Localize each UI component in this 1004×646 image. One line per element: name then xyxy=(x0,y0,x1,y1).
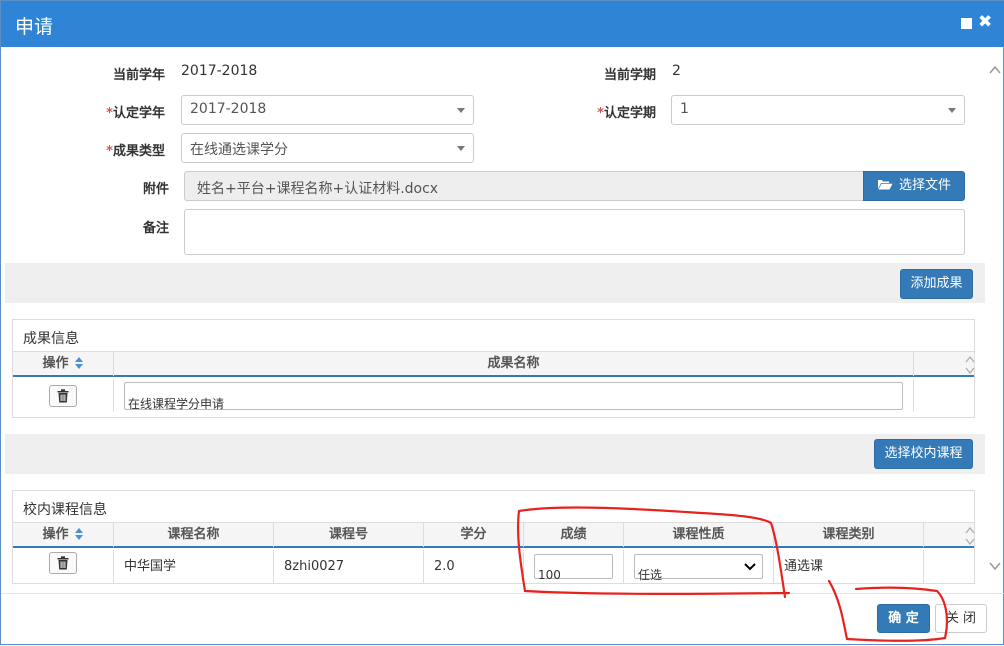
trash-icon xyxy=(57,556,69,570)
table-row-ops xyxy=(13,550,114,583)
note-textarea[interactable] xyxy=(184,209,965,255)
required-mark: * xyxy=(106,144,113,159)
sort-icon[interactable] xyxy=(74,357,84,369)
recog-year-select[interactable]: 2017-2018 xyxy=(181,95,474,125)
score-input[interactable]: 100 xyxy=(534,554,613,582)
col-header-category: 课程类别 xyxy=(774,523,924,547)
current-year-label: 当前学年 xyxy=(112,68,165,83)
dialog-title: 申请 xyxy=(15,16,54,38)
courses-panel: 校内课程信息 操作 课程名称 课程号 学分 成绩 课程性质 课程类别 中华国学 … xyxy=(12,490,975,584)
column-scroll-icon[interactable] xyxy=(964,354,976,376)
choose-file-button[interactable]: 选择文件 xyxy=(863,171,965,201)
table-row: 在线课程学分申请 xyxy=(114,379,914,412)
recog-year-label: *认定学年 xyxy=(106,106,165,121)
close-icon[interactable]: ✖ xyxy=(978,12,992,32)
dropdown-arrow-icon xyxy=(457,146,465,151)
col-header-nature: 课程性质 xyxy=(624,523,774,547)
cell-course-name: 中华国学 xyxy=(114,550,274,583)
column-scroll-icon[interactable] xyxy=(964,525,976,547)
scroll-down-icon[interactable] xyxy=(988,559,1002,573)
courses-table-header: 操作 课程名称 课程号 学分 成绩 课程性质 课程类别 xyxy=(13,522,976,548)
results-table-header: 操作 成果名称 xyxy=(13,351,976,377)
col-header-credit: 学分 xyxy=(424,523,524,547)
recog-term-selected: 1 xyxy=(680,101,689,117)
confirm-button[interactable]: 确 定 xyxy=(877,604,930,633)
col-header-operation[interactable]: 操作 xyxy=(13,523,114,547)
cell-score: 100 xyxy=(524,550,624,583)
result-type-selected: 在线通选课学分 xyxy=(190,142,288,158)
delete-button[interactable] xyxy=(49,552,77,574)
cell-nature: 任选 xyxy=(624,550,774,583)
choose-course-button[interactable]: 选择校内课程 xyxy=(874,439,973,469)
dropdown-arrow-icon xyxy=(457,108,465,113)
footer-divider xyxy=(1,593,1004,594)
attachment-label: 附件 xyxy=(142,182,169,197)
result-name-input[interactable]: 在线课程学分申请 xyxy=(124,382,903,411)
recog-term-select[interactable]: 1 xyxy=(671,95,965,125)
current-year-value: 2017-2018 xyxy=(181,63,258,79)
results-panel-title: 成果信息 xyxy=(23,331,79,347)
recog-term-label: *认定学期 xyxy=(597,106,656,121)
cell-category: 通选课 xyxy=(774,550,924,583)
required-mark: * xyxy=(106,106,113,121)
close-button[interactable]: 关 闭 xyxy=(935,604,987,633)
current-term-value: 2 xyxy=(672,63,681,79)
dropdown-arrow-icon xyxy=(948,108,956,113)
cell-credit: 2.0 xyxy=(424,550,524,583)
toolbar-band xyxy=(5,434,985,474)
add-result-button[interactable]: 添加成果 xyxy=(900,269,973,299)
results-panel: 成果信息 操作 成果名称 在线课程学分申请 xyxy=(12,319,975,418)
note-label: 备注 xyxy=(142,221,169,236)
col-header-course-no: 课程号 xyxy=(274,523,424,547)
course-nature-selected: 任选 xyxy=(638,568,663,582)
col-header-course-name: 课程名称 xyxy=(114,523,274,547)
col-header-result-name: 成果名称 xyxy=(114,352,914,376)
course-nature-select[interactable]: 任选 xyxy=(634,554,763,582)
apply-dialog: 申请 ✖ 当前学年 2017-2018 当前学期 2 *认定学年 2017-20… xyxy=(0,0,1004,645)
table-row-ops xyxy=(13,379,114,412)
toolbar-band xyxy=(5,263,985,303)
folder-open-icon xyxy=(877,180,893,190)
col-header-operation[interactable]: 操作 xyxy=(13,352,114,376)
choose-file-label: 选择文件 xyxy=(898,178,951,193)
vertical-scrollbar[interactable] xyxy=(986,57,1004,587)
maximize-icon[interactable] xyxy=(961,18,972,29)
result-type-select[interactable]: 在线通选课学分 xyxy=(181,133,474,163)
result-type-label: *成果类型 xyxy=(106,144,165,159)
required-mark: * xyxy=(597,106,604,121)
delete-button[interactable] xyxy=(49,385,77,407)
dialog-titlebar: 申请 ✖ xyxy=(1,1,1004,47)
attachment-field[interactable]: 姓名+平台+课程名称+认证材料.docx xyxy=(184,171,864,201)
scroll-up-icon[interactable] xyxy=(988,63,1002,77)
sort-icon[interactable] xyxy=(74,528,84,540)
cell-course-no: 8zhi0027 xyxy=(274,550,424,583)
courses-panel-title: 校内课程信息 xyxy=(23,502,107,518)
trash-icon xyxy=(57,389,69,403)
current-term-label: 当前学期 xyxy=(603,68,656,83)
recog-year-selected: 2017-2018 xyxy=(190,101,267,117)
col-header-score: 成绩 xyxy=(524,523,624,547)
chevron-down-icon xyxy=(744,563,756,571)
